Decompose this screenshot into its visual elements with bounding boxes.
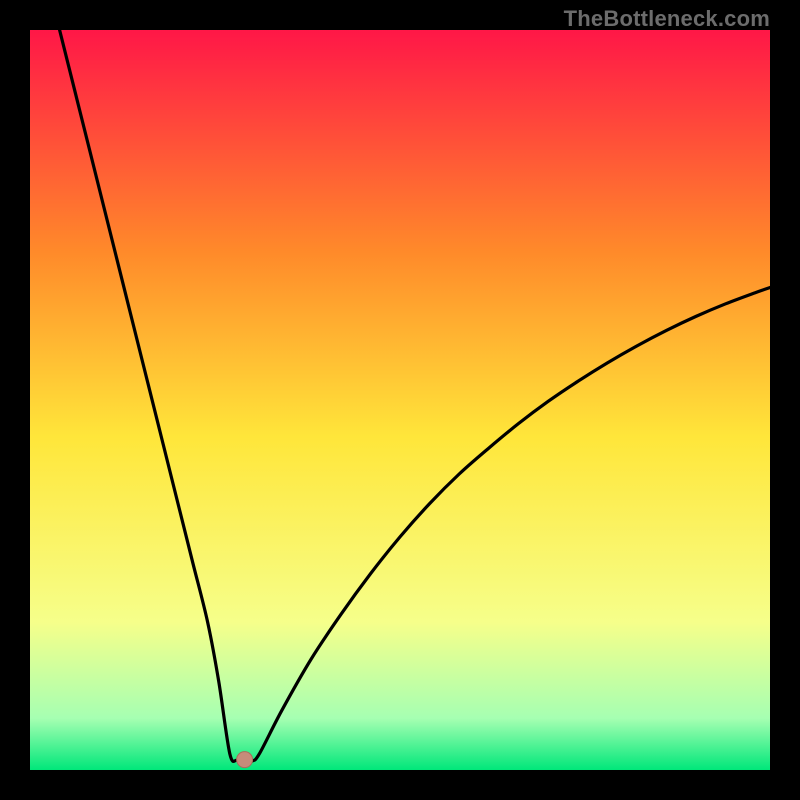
chart-plot-area xyxy=(30,30,770,770)
chart-frame: TheBottleneck.com xyxy=(0,0,800,800)
watermark-text: TheBottleneck.com xyxy=(564,6,770,32)
chart-svg xyxy=(30,30,770,770)
optimal-point-marker xyxy=(237,752,253,768)
gradient-background xyxy=(30,30,770,770)
